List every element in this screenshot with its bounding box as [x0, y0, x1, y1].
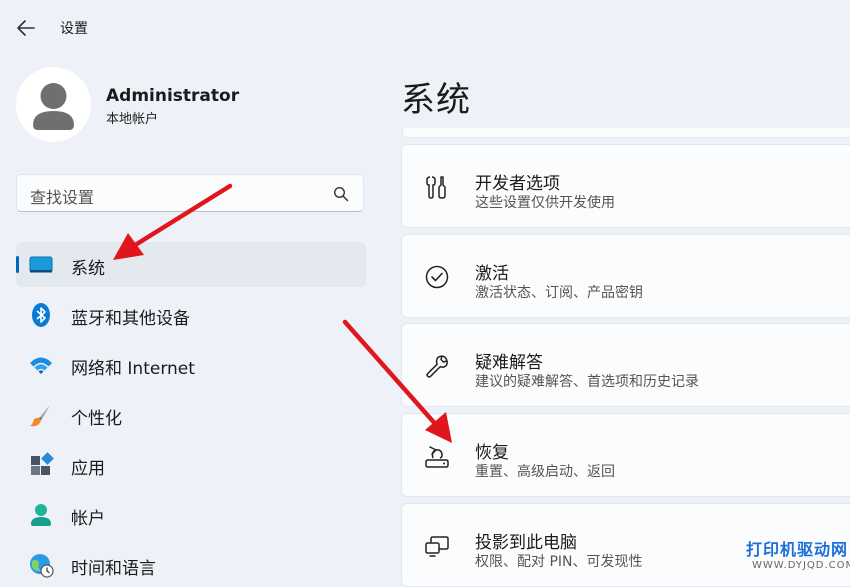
card-troubleshoot[interactable]: 疑难解答 建议的疑难解答、首选项和历史记录: [401, 323, 850, 407]
search-input[interactable]: 查找设置: [16, 174, 364, 212]
card-subtitle: 这些设置仅供开发使用: [475, 195, 615, 211]
project-to-pc-icon: [425, 536, 449, 557]
account-type: 本地帐户: [106, 112, 159, 127]
recovery-icon: [425, 446, 449, 468]
card-subtitle: 权限、配对 PIN、可发现性: [475, 554, 643, 570]
page-title: 系统: [401, 80, 471, 120]
paintbrush-icon: [30, 405, 50, 427]
card-title: 恢复: [475, 443, 509, 463]
card-title: 疑难解答: [475, 353, 543, 373]
sidebar-item-accounts[interactable]: 帐户: [16, 492, 366, 537]
sidebar-item-label: 个性化: [71, 409, 122, 429]
search-placeholder: 查找设置: [30, 188, 95, 207]
card-subtitle: 重置、高级启动、返回: [475, 464, 615, 480]
sidebar-item-time-language[interactable]: 时间和语言: [16, 542, 366, 587]
back-arrow-icon[interactable]: [14, 16, 38, 40]
card-subtitle: 建议的疑难解答、首选项和历史记录: [475, 374, 699, 390]
sidebar-item-label: 系统: [71, 259, 105, 279]
sidebar-item-bluetooth[interactable]: 蓝牙和其他设备: [16, 292, 366, 337]
sidebar-item-label: 帐户: [71, 509, 105, 529]
system-display-icon: [29, 256, 53, 273]
sidebar-item-personalization[interactable]: 个性化: [16, 392, 366, 437]
card-recovery[interactable]: 恢复 重置、高级启动、返回: [401, 413, 850, 497]
avatar[interactable]: [16, 67, 91, 142]
title-bar: 设置: [0, 0, 850, 56]
developer-tools-icon: [426, 176, 446, 199]
sidebar-item-label: 蓝牙和其他设备: [71, 309, 190, 329]
previous-card-edge: [402, 128, 850, 138]
card-subtitle: 激活状态、订阅、产品密钥: [475, 285, 643, 301]
watermark-url: WWW.DYJQD.COM: [752, 560, 850, 571]
wifi-icon: [30, 357, 52, 374]
bluetooth-icon: [32, 303, 50, 327]
sidebar-item-system[interactable]: 系统: [16, 242, 366, 287]
globe-clock-icon: [30, 554, 54, 578]
search-icon[interactable]: [333, 186, 349, 202]
check-circle-icon: [425, 265, 449, 289]
user-name: Administrator: [106, 86, 240, 106]
card-developer-options[interactable]: 开发者选项 这些设置仅供开发使用: [401, 144, 850, 228]
user-placeholder-icon: [33, 83, 74, 130]
wrench-icon: [426, 355, 448, 378]
card-title: 开发者选项: [475, 174, 560, 194]
sidebar-item-network[interactable]: 网络和 Internet: [16, 342, 366, 387]
sidebar: Administrator 本地帐户 查找设置 系统 蓝牙和其他设备 网络和 I…: [0, 56, 385, 583]
sidebar-item-label: 应用: [71, 459, 105, 479]
card-title: 激活: [475, 264, 509, 284]
watermark-title: 打印机驱动网: [746, 540, 849, 559]
account-icon: [31, 504, 51, 526]
apps-icon: [31, 452, 54, 475]
window-title: 设置: [60, 21, 88, 37]
sidebar-item-label: 时间和语言: [71, 559, 156, 579]
card-title: 投影到此电脑: [475, 533, 577, 553]
sidebar-item-label: 网络和 Internet: [71, 359, 195, 379]
selection-indicator: [16, 256, 19, 273]
card-activation[interactable]: 激活 激活状态、订阅、产品密钥: [401, 234, 850, 318]
sidebar-item-apps[interactable]: 应用: [16, 442, 366, 487]
